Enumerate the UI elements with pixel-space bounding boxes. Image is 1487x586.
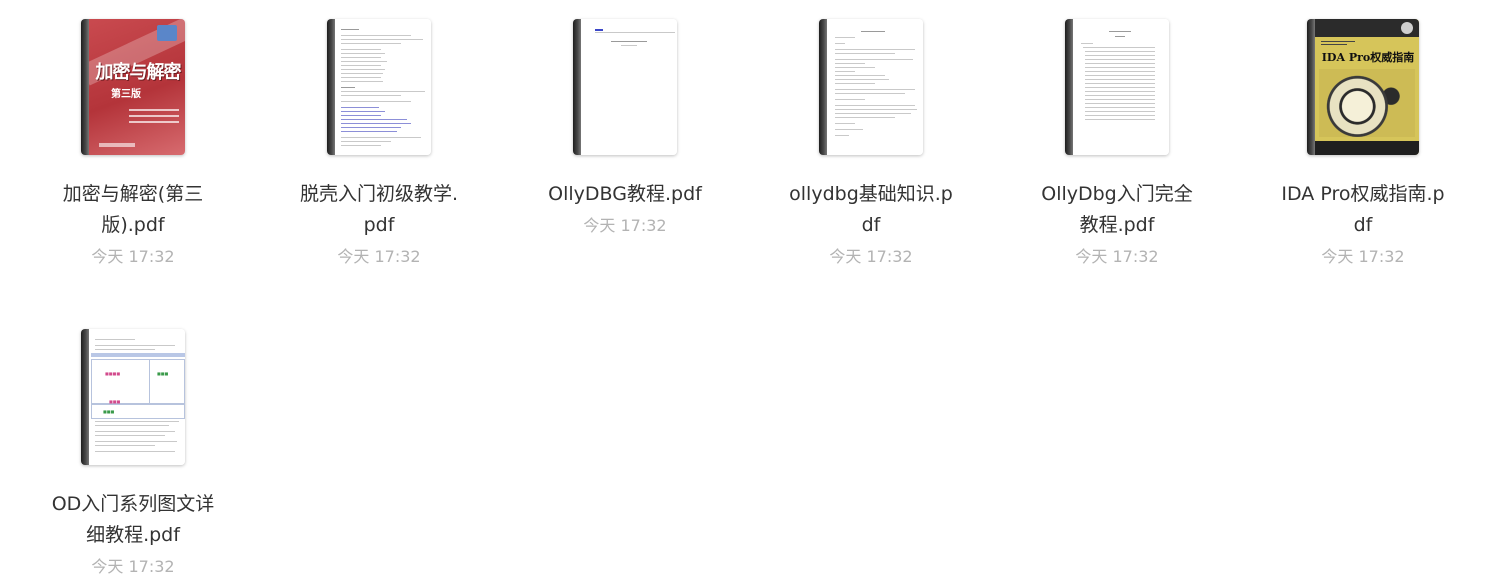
document-page: ■■■■ ■■■ ■■■ ■■■	[89, 329, 185, 465]
pdf-thumbnail[interactable]: 加密与解密 第三版	[81, 19, 185, 155]
file-name[interactable]: ollydbg基础知识.pdf	[786, 179, 956, 241]
cover-illustration	[1319, 69, 1415, 137]
file-time: 今天 17:32	[829, 247, 913, 266]
book-spine	[81, 19, 89, 155]
file-name[interactable]: 加密与解密(第三版).pdf	[48, 179, 218, 241]
file-grid: 加密与解密 第三版 加密与解密(第三版).pdf 今天 17:32 脱壳入门初级…	[0, 0, 1487, 586]
cover-title: IDA Pro权威指南	[1321, 51, 1415, 64]
document-page	[827, 19, 923, 155]
file-time: 今天 17:32	[583, 216, 667, 235]
file-name[interactable]: OllyDBG教程.pdf	[540, 179, 710, 210]
pdf-thumbnail[interactable]: ■■■■ ■■■ ■■■ ■■■	[81, 329, 185, 465]
file-item[interactable]: 脱壳入门初级教学.pdf 今天 17:32	[279, 0, 479, 272]
book-spine	[1065, 19, 1073, 155]
file-item[interactable]: IDA Pro权威指南 IDA Pro权威指南.pdf 今天 17:32	[1263, 0, 1463, 272]
document-page	[581, 19, 677, 155]
file-time: 今天 17:32	[91, 557, 175, 576]
document-page	[335, 19, 431, 155]
logo-icon	[1401, 22, 1413, 34]
pdf-thumbnail[interactable]	[819, 19, 923, 155]
pdf-thumbnail[interactable]	[573, 19, 677, 155]
file-time: 今天 17:32	[1321, 247, 1405, 266]
file-item[interactable]: OllyDBG教程.pdf 今天 17:32	[525, 0, 725, 241]
file-time: 今天 17:32	[1075, 247, 1159, 266]
book-spine	[81, 329, 89, 465]
book-spine	[1307, 19, 1315, 155]
pdf-thumbnail[interactable]	[1065, 19, 1169, 155]
book-spine	[573, 19, 581, 155]
pdf-thumbnail[interactable]	[327, 19, 431, 155]
document-page	[1073, 19, 1169, 155]
file-time: 今天 17:32	[337, 247, 421, 266]
book-spine	[327, 19, 335, 155]
pdf-thumbnail[interactable]: IDA Pro权威指南	[1307, 19, 1419, 155]
file-name[interactable]: IDA Pro权威指南.pdf	[1278, 179, 1448, 241]
file-item[interactable]: 加密与解密 第三版 加密与解密(第三版).pdf 今天 17:32	[33, 0, 233, 272]
file-name[interactable]: 脱壳入门初级教学.pdf	[294, 179, 464, 241]
cover-subtitle: 第三版	[111, 89, 141, 100]
file-item[interactable]: OllyDbg入门完全教程.pdf 今天 17:32	[1017, 0, 1217, 272]
book-cover: 加密与解密 第三版	[81, 19, 185, 155]
file-name[interactable]: OD入门系列图文详细教程.pdf	[48, 489, 218, 551]
book-cover: IDA Pro权威指南	[1315, 19, 1419, 155]
book-spine	[819, 19, 827, 155]
file-item[interactable]: ■■■■ ■■■ ■■■ ■■■ OD入门系列图文详细教程.pdf 今天 17:…	[33, 310, 233, 582]
file-name[interactable]: OllyDbg入门完全教程.pdf	[1032, 179, 1202, 241]
file-item[interactable]: ollydbg基础知识.pdf 今天 17:32	[771, 0, 971, 272]
file-time: 今天 17:32	[91, 247, 175, 266]
cover-title: 加密与解密	[95, 62, 182, 83]
publisher-badge-icon	[157, 25, 177, 41]
